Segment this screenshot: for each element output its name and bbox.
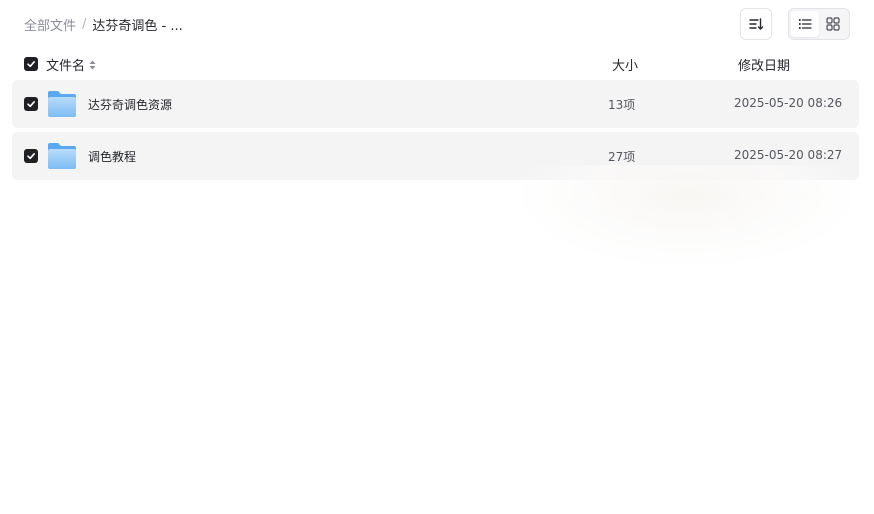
row-checkbox[interactable] (24, 149, 38, 163)
row-checkbox[interactable] (24, 97, 38, 111)
check-icon (27, 100, 35, 108)
column-header-date[interactable]: 修改日期 (738, 55, 790, 74)
check-icon (27, 152, 35, 160)
item-count: 27项 (608, 150, 636, 164)
table-header: 文件名 大小 修改日期 (12, 50, 859, 78)
list-view-icon (798, 19, 812, 29)
top-bar: 全部文件 / 达芬奇调色 - ... (0, 0, 874, 48)
hover-shadow-overlay (522, 165, 852, 265)
table-row[interactable]: 达芬奇调色资源 13项 2025-05-20 08:26 (12, 80, 859, 128)
sort-arrows-icon (89, 60, 96, 70)
breadcrumb: 全部文件 / 达芬奇调色 - ... (24, 14, 183, 34)
sort-list-icon (749, 18, 764, 30)
select-all-checkbox[interactable] (24, 57, 38, 71)
breadcrumb-current: 达芬奇调色 - ... (92, 18, 183, 34)
list-view-button[interactable] (791, 11, 819, 37)
breadcrumb-root-link[interactable]: 全部文件 (24, 15, 76, 34)
folder-icon (48, 91, 76, 117)
file-name[interactable]: 达芬奇调色资源 (88, 96, 172, 113)
check-icon (27, 60, 35, 68)
breadcrumb-separator: / (82, 16, 87, 32)
modified-date: 2025-05-20 08:27 (734, 148, 843, 162)
file-name[interactable]: 调色教程 (88, 148, 136, 165)
modified-date: 2025-05-20 08:26 (734, 96, 843, 110)
column-header-name-label: 文件名 (46, 59, 86, 74)
sort-button[interactable] (740, 8, 772, 40)
grid-view-icon (826, 17, 840, 31)
column-header-size[interactable]: 大小 (612, 55, 638, 74)
grid-view-button[interactable] (819, 11, 847, 37)
column-header-name[interactable]: 文件名 (46, 55, 96, 74)
item-count: 13项 (608, 98, 636, 112)
folder-icon (48, 143, 76, 169)
view-toggle (788, 8, 850, 40)
